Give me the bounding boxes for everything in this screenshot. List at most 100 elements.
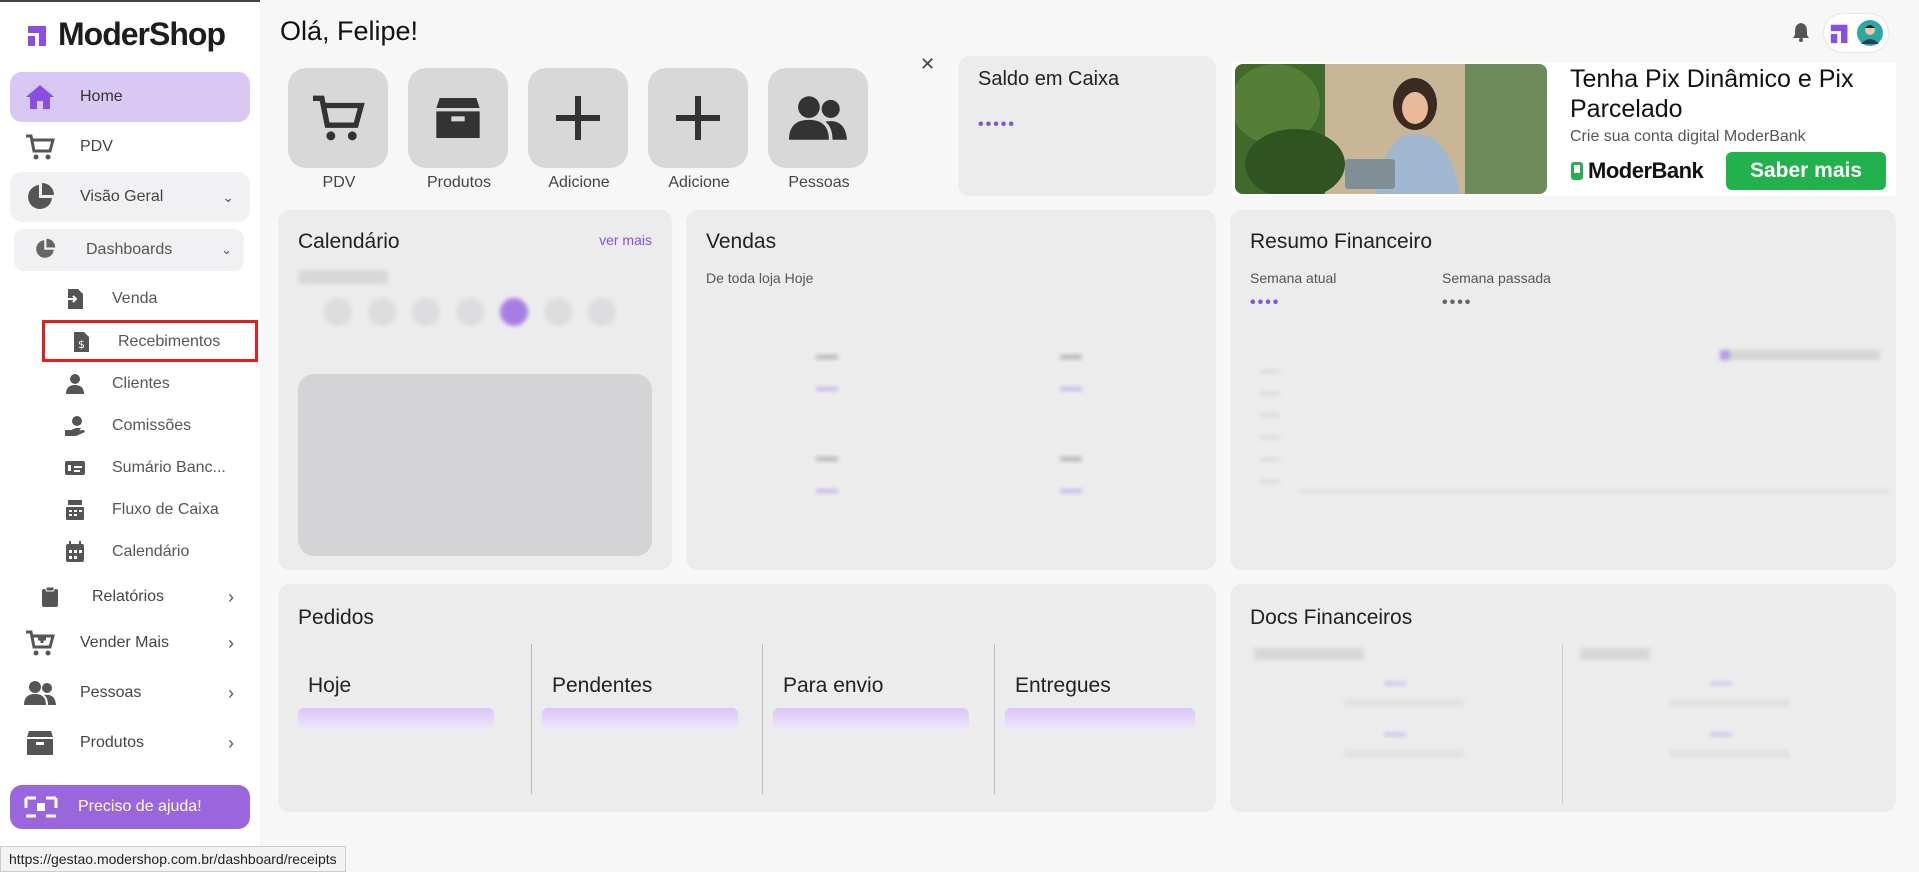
- money-card-icon: [64, 457, 86, 479]
- sidebar-item-vender-mais[interactable]: Vender Mais ›: [10, 618, 250, 668]
- sidebar-item-pessoas[interactable]: Pessoas ›: [10, 668, 250, 718]
- resumo-title: Resumo Financeiro: [1250, 230, 1433, 253]
- help-button-label: Preciso de ajuda!: [78, 798, 202, 815]
- sidebar-leaf-calendario[interactable]: Calendário: [64, 536, 189, 568]
- brand-logo[interactable]: ModerShop: [26, 16, 226, 53]
- shortcut-tile: [528, 68, 628, 168]
- resumo-col-passada: Semana passada: [1442, 270, 1551, 286]
- pedidos-col-para-envio: Para envio: [783, 674, 884, 697]
- people-icon: [22, 678, 58, 708]
- user-avatar-menu[interactable]: [1824, 14, 1888, 52]
- selection-highlight-box: [42, 320, 258, 362]
- page-greeting: Olá, Felipe!: [280, 16, 419, 46]
- shortcut-label: Adicione: [548, 174, 610, 191]
- cart-plus-icon: [22, 628, 58, 658]
- calendar-icon: [64, 541, 86, 563]
- vendas-placeholder: [816, 355, 838, 391]
- shortcut-pessoas[interactable]: Pessoas: [768, 68, 870, 192]
- banner-title: Tenha Pix Dinâmico e Pix Parcelado: [1570, 65, 1854, 123]
- shortcut-label: Adicione: [668, 174, 730, 191]
- pie-chart-icon: [34, 238, 58, 262]
- sidebar-leaf-label: Clientes: [112, 375, 170, 392]
- pedidos-bar: [773, 708, 969, 730]
- pie-chart-icon: [22, 182, 58, 212]
- chevron-down-icon: ⌄: [221, 242, 232, 257]
- sidebar-item-label: Home: [80, 88, 123, 105]
- sidebar-item-dashboards[interactable]: Dashboards ⌄: [14, 229, 244, 271]
- shortcut-produtos[interactable]: Produtos: [408, 68, 510, 192]
- sidebar-item-home[interactable]: Home: [10, 72, 250, 122]
- vendas-placeholder: [816, 457, 838, 493]
- bell-icon[interactable]: [1792, 22, 1810, 42]
- divider: [1562, 644, 1563, 804]
- sidebar-item-label: Visão Geral: [80, 188, 164, 205]
- sidebar-item-visao-geral[interactable]: Visão Geral ⌄: [10, 172, 250, 222]
- help-button[interactable]: Preciso de ajuda!: [10, 785, 250, 829]
- user-icon: [64, 373, 86, 395]
- support-icon: [24, 796, 58, 818]
- calendario-title: Calendário: [298, 230, 400, 253]
- divider: [994, 644, 995, 794]
- sidebar-leaf-fluxo-de-caixa[interactable]: Fluxo de Caixa: [64, 494, 219, 526]
- status-bar-url: https://gestao.modershop.com.br/dashboar…: [0, 846, 346, 872]
- modershop-logo-icon: [1830, 24, 1848, 44]
- docs-entradas-placeholder: [1254, 648, 1554, 798]
- pedidos-bar: [542, 708, 738, 730]
- pedidos-col-pendentes: Pendentes: [552, 674, 653, 697]
- sidebar-leaf-venda[interactable]: Venda: [64, 283, 157, 315]
- vendas-placeholder: [1060, 355, 1082, 391]
- shortcut-adicione-1[interactable]: Adicione: [528, 68, 630, 192]
- sidebar: ModerShop Home PDV Visão Geral ⌄ Dashboa…: [0, 0, 260, 872]
- ver-mais-link[interactable]: ver mais: [599, 232, 652, 248]
- chevron-right-icon: ›: [228, 732, 234, 753]
- plus-icon: [556, 96, 600, 140]
- saldo-title: Saldo em Caixa: [978, 68, 1120, 90]
- box-icon: [22, 728, 58, 758]
- invoice-icon: [64, 288, 86, 310]
- banner-brand-name: ModerBank: [1588, 158, 1704, 183]
- shortcut-tile: [768, 68, 868, 168]
- home-icon: [22, 82, 58, 112]
- shortcut-label: Pessoas: [788, 174, 850, 191]
- cash-register-icon: [64, 499, 86, 521]
- cart-icon: [313, 95, 365, 141]
- modershop-logo-icon: [28, 25, 46, 46]
- sidebar-item-relatorios[interactable]: Relatórios ›: [10, 572, 250, 622]
- sidebar-leaf-sumario-bancario[interactable]: Sumário Banc...: [64, 452, 226, 484]
- mini-calendar: [298, 270, 648, 350]
- saber-mais-button[interactable]: Saber mais: [1726, 152, 1886, 190]
- promo-banner[interactable]: Tenha Pix Dinâmico e Pix Parcelado Crie …: [1232, 62, 1896, 196]
- sidebar-item-pdv[interactable]: PDV: [10, 122, 250, 172]
- shortcut-pdv[interactable]: PDV: [288, 68, 390, 192]
- sidebar-leaf-label: Fluxo de Caixa: [112, 501, 219, 518]
- sidebar-item-produtos[interactable]: Produtos ›: [10, 718, 250, 768]
- pedidos-col-hoje: Hoje: [308, 674, 352, 697]
- sidebar-leaf-label: Calendário: [112, 543, 190, 560]
- hand-coin-icon: [64, 415, 86, 437]
- close-icon[interactable]: ✕: [920, 54, 935, 75]
- resumo-value-passada: ••••: [1442, 294, 1473, 311]
- avatar: [1857, 20, 1883, 46]
- pedidos-card: Pedidos Hoje Pendentes Para envio Entreg…: [278, 584, 1216, 812]
- shortcut-label: PDV: [322, 174, 356, 191]
- sidebar-item-label: Produtos: [80, 734, 145, 751]
- vendas-title: Vendas: [706, 230, 777, 253]
- chevron-right-icon: ›: [228, 586, 234, 607]
- sidebar-leaf-label: Comissões: [112, 417, 192, 434]
- shortcut-tile: [408, 68, 508, 168]
- resumo-value-atual: ••••: [1250, 294, 1281, 311]
- saldo-card: Saldo em Caixa •••••: [958, 56, 1216, 196]
- vendas-placeholder: [1060, 457, 1082, 493]
- shortcut-adicione-2[interactable]: Adicione: [648, 68, 750, 192]
- vendas-card: Vendas De toda loja Hoje: [686, 210, 1216, 570]
- sidebar-item-label: Relatórios: [92, 588, 165, 605]
- cart-icon: [22, 132, 58, 162]
- box-icon: [436, 98, 480, 138]
- saldo-value[interactable]: •••••: [978, 116, 1016, 134]
- moderbank-logo: ModerBank: [1570, 158, 1704, 184]
- chevron-right-icon: ›: [228, 632, 234, 653]
- sidebar-leaf-label: Venda: [112, 290, 158, 307]
- pedidos-title: Pedidos: [298, 606, 374, 629]
- sidebar-leaf-comissoes[interactable]: Comissões: [64, 410, 191, 442]
- sidebar-leaf-clientes[interactable]: Clientes: [64, 368, 170, 400]
